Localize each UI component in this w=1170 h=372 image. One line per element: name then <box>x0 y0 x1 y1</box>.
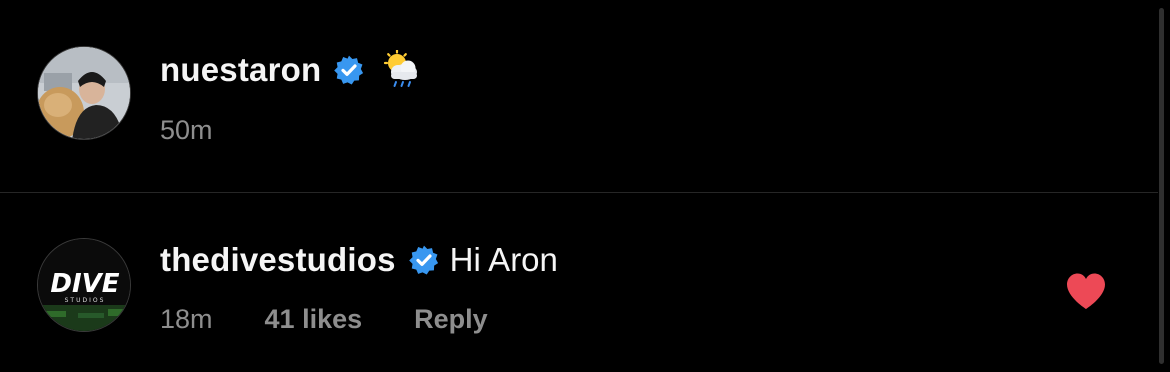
likes-count[interactable]: 41 likes <box>265 304 363 335</box>
avatar[interactable] <box>37 46 131 140</box>
verified-badge-icon <box>408 245 438 275</box>
scrollbar[interactable] <box>1158 0 1170 372</box>
svg-text:DIVE: DIVE <box>50 269 119 299</box>
avatar[interactable]: DIVE STUDIOS <box>37 238 131 332</box>
comment-item: nuestaron 50m <box>0 0 1158 192</box>
comment-header: nuestaron <box>160 46 421 94</box>
avatar-photo <box>38 47 130 139</box>
username[interactable]: thedivestudios <box>160 241 396 279</box>
sun-behind-rain-cloud-icon <box>384 50 418 87</box>
reply-button[interactable]: Reply <box>414 304 488 335</box>
scrollbar-thumb[interactable] <box>1159 8 1164 364</box>
comment-text: Hi Aron <box>449 241 558 278</box>
svg-text:STUDIOS: STUDIOS <box>65 297 106 304</box>
comment-meta: 18m 41 likes Reply <box>160 301 488 337</box>
heart-icon[interactable] <box>1065 272 1107 310</box>
dive-studios-logo: DIVE STUDIOS <box>38 239 130 331</box>
timestamp: 50m <box>160 114 213 145</box>
comment-item: DIVE STUDIOS thedivestudios Hi Aron 18m … <box>0 193 1158 372</box>
username[interactable]: nuestaron <box>160 51 321 89</box>
timestamp: 18m <box>160 303 213 334</box>
comment-header: thedivestudios Hi Aron <box>160 236 558 284</box>
verified-badge-icon <box>334 55 364 85</box>
comment-meta: 50m <box>160 112 213 148</box>
